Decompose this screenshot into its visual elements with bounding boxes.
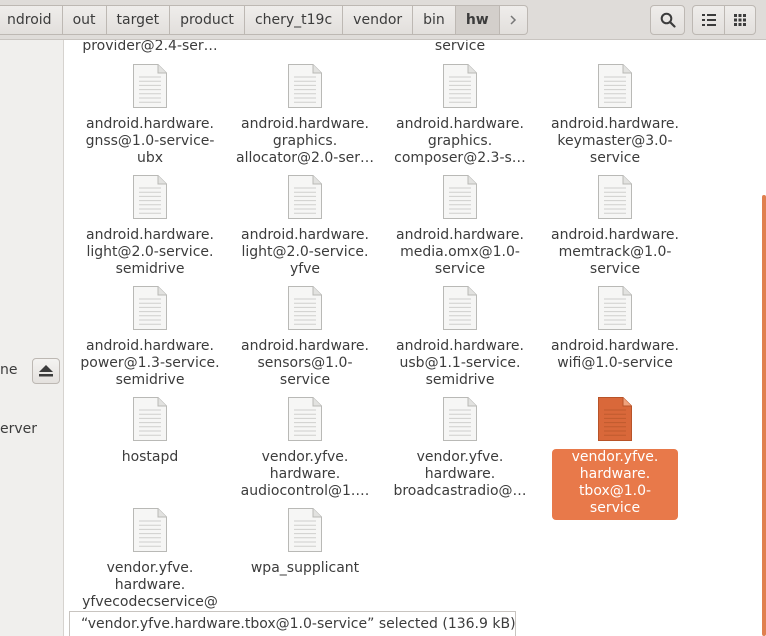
file-icon: [133, 508, 167, 552]
file-label: vendor.yfve. hardware. audiocontrol@1.…: [240, 449, 370, 499]
file-label: vendor.yfve. hardware. broadcastradio@…: [393, 449, 527, 499]
file-label: android.hardware. light@2.0-service. sem…: [86, 227, 214, 277]
breadcrumb-item-vendor[interactable]: vendor: [343, 5, 414, 35]
file-icon: [288, 175, 322, 219]
file-icon: [598, 286, 632, 330]
file-label: android.hardware. media.omx@1.0- service: [396, 227, 524, 277]
list-view-icon: [701, 14, 716, 26]
file-icon: [443, 397, 477, 441]
file-item[interactable]: android.hardware. sensors@1.0- service: [230, 285, 380, 389]
list-view-button[interactable]: [692, 5, 725, 35]
file-icon: [133, 175, 167, 219]
breadcrumb-item-out[interactable]: out: [62, 5, 107, 35]
file-icon: [133, 286, 167, 330]
file-icon: [288, 286, 322, 330]
breadcrumb-item-bin[interactable]: bin: [413, 5, 456, 35]
file-item[interactable]: android.hardware. keymaster@3.0- service: [540, 63, 690, 167]
file-item[interactable]: android.hardware. graphics. allocator@2.…: [230, 63, 380, 167]
file-icon: [598, 175, 632, 219]
file-label: hostapd: [121, 449, 179, 465]
file-icon: [133, 64, 167, 108]
status-bar: “vendor.yfve.hardware.tbox@1.0-service” …: [69, 611, 516, 636]
grid-view-icon: [734, 14, 746, 26]
file-item[interactable]: vendor.yfve. hardware. audiocontrol@1.…: [230, 396, 380, 500]
file-label-partial[interactable]: provider@2.4-ser…: [75, 40, 225, 55]
file-label: android.hardware. memtrack@1.0- service: [551, 227, 679, 277]
file-grid: provider@2.4-ser… service android.hardwa…: [65, 40, 761, 636]
eject-button[interactable]: [32, 358, 60, 384]
file-item[interactable]: wpa_supplicant: [230, 507, 380, 577]
file-label: android.hardware. graphics. composer@2.3…: [394, 116, 526, 166]
breadcrumb: ndroid out target product chery_t19c ven…: [0, 5, 528, 35]
file-label: vendor.yfve. hardware. tbox@1.0-service: [552, 449, 678, 520]
file-label: android.hardware. usb@1.1-service. semid…: [396, 338, 524, 388]
sidebar-item-partial-2[interactable]: erver: [0, 421, 37, 437]
file-item[interactable]: android.hardware. usb@1.1-service. semid…: [385, 285, 535, 389]
grid-view-button[interactable]: [724, 5, 756, 35]
eject-icon: [39, 365, 53, 377]
file-icon: [598, 397, 632, 441]
breadcrumb-forward-button[interactable]: [499, 5, 528, 35]
file-item[interactable]: android.hardware. power@1.3-service. sem…: [75, 285, 225, 389]
breadcrumb-item-android[interactable]: ndroid: [0, 5, 63, 35]
file-icon: [443, 64, 477, 108]
file-label: wpa_supplicant: [250, 560, 360, 576]
file-icon: [288, 508, 322, 552]
file-icon: [288, 397, 322, 441]
file-icon: [133, 397, 167, 441]
file-icon: [598, 64, 632, 108]
file-label: android.hardware. sensors@1.0- service: [241, 338, 369, 388]
breadcrumb-item-target[interactable]: target: [106, 5, 171, 35]
file-label: android.hardware. power@1.3-service. sem…: [80, 338, 220, 388]
file-item[interactable]: vendor.yfve. hardware. yfvecodecservice@: [75, 507, 225, 611]
file-icon: [443, 286, 477, 330]
file-manager-window: ndroid out target product chery_t19c ven…: [0, 0, 766, 636]
file-item[interactable]: android.hardware. wifi@1.0-service: [540, 285, 690, 372]
file-item[interactable]: android.hardware. media.omx@1.0- service: [385, 174, 535, 278]
file-item[interactable]: android.hardware. gnss@1.0-service- ubx: [75, 63, 225, 167]
file-item[interactable]: vendor.yfve. hardware. broadcastradio@…: [385, 396, 535, 500]
file-item[interactable]: android.hardware. light@2.0-service. yfv…: [230, 174, 380, 278]
file-label: android.hardware. light@2.0-service. yfv…: [241, 227, 369, 277]
chevron-right-icon: [510, 15, 517, 25]
breadcrumb-item-chery-t19c[interactable]: chery_t19c: [244, 5, 344, 35]
breadcrumb-item-hw[interactable]: hw: [455, 5, 500, 35]
header-bar: ndroid out target product chery_t19c ven…: [0, 0, 766, 40]
breadcrumb-item-product[interactable]: product: [170, 5, 245, 35]
file-item[interactable]: android.hardware. light@2.0-service. sem…: [75, 174, 225, 278]
file-icon: [288, 64, 322, 108]
scrollbar-thumb[interactable]: [762, 195, 766, 636]
file-item-selected[interactable]: vendor.yfve. hardware. tbox@1.0-service: [540, 396, 690, 520]
search-button[interactable]: [650, 5, 685, 35]
sidebar: ne erver: [0, 40, 64, 636]
file-item[interactable]: hostapd: [75, 396, 225, 466]
file-item[interactable]: android.hardware. graphics. composer@2.3…: [385, 63, 535, 167]
file-label: android.hardware. graphics. allocator@2.…: [236, 116, 374, 166]
file-label-partial[interactable]: service: [385, 40, 535, 55]
search-icon: [660, 12, 676, 28]
sidebar-item-partial-1[interactable]: ne: [0, 362, 18, 378]
file-item[interactable]: android.hardware. memtrack@1.0- service: [540, 174, 690, 278]
file-label: android.hardware. gnss@1.0-service- ubx: [85, 116, 215, 166]
file-label: android.hardware. wifi@1.0-service: [551, 338, 679, 371]
file-label: vendor.yfve. hardware. yfvecodecservice@: [82, 560, 218, 610]
file-icon: [443, 175, 477, 219]
file-label: android.hardware. keymaster@3.0- service: [551, 116, 679, 166]
status-text: “vendor.yfve.hardware.tbox@1.0-service” …: [81, 616, 516, 632]
